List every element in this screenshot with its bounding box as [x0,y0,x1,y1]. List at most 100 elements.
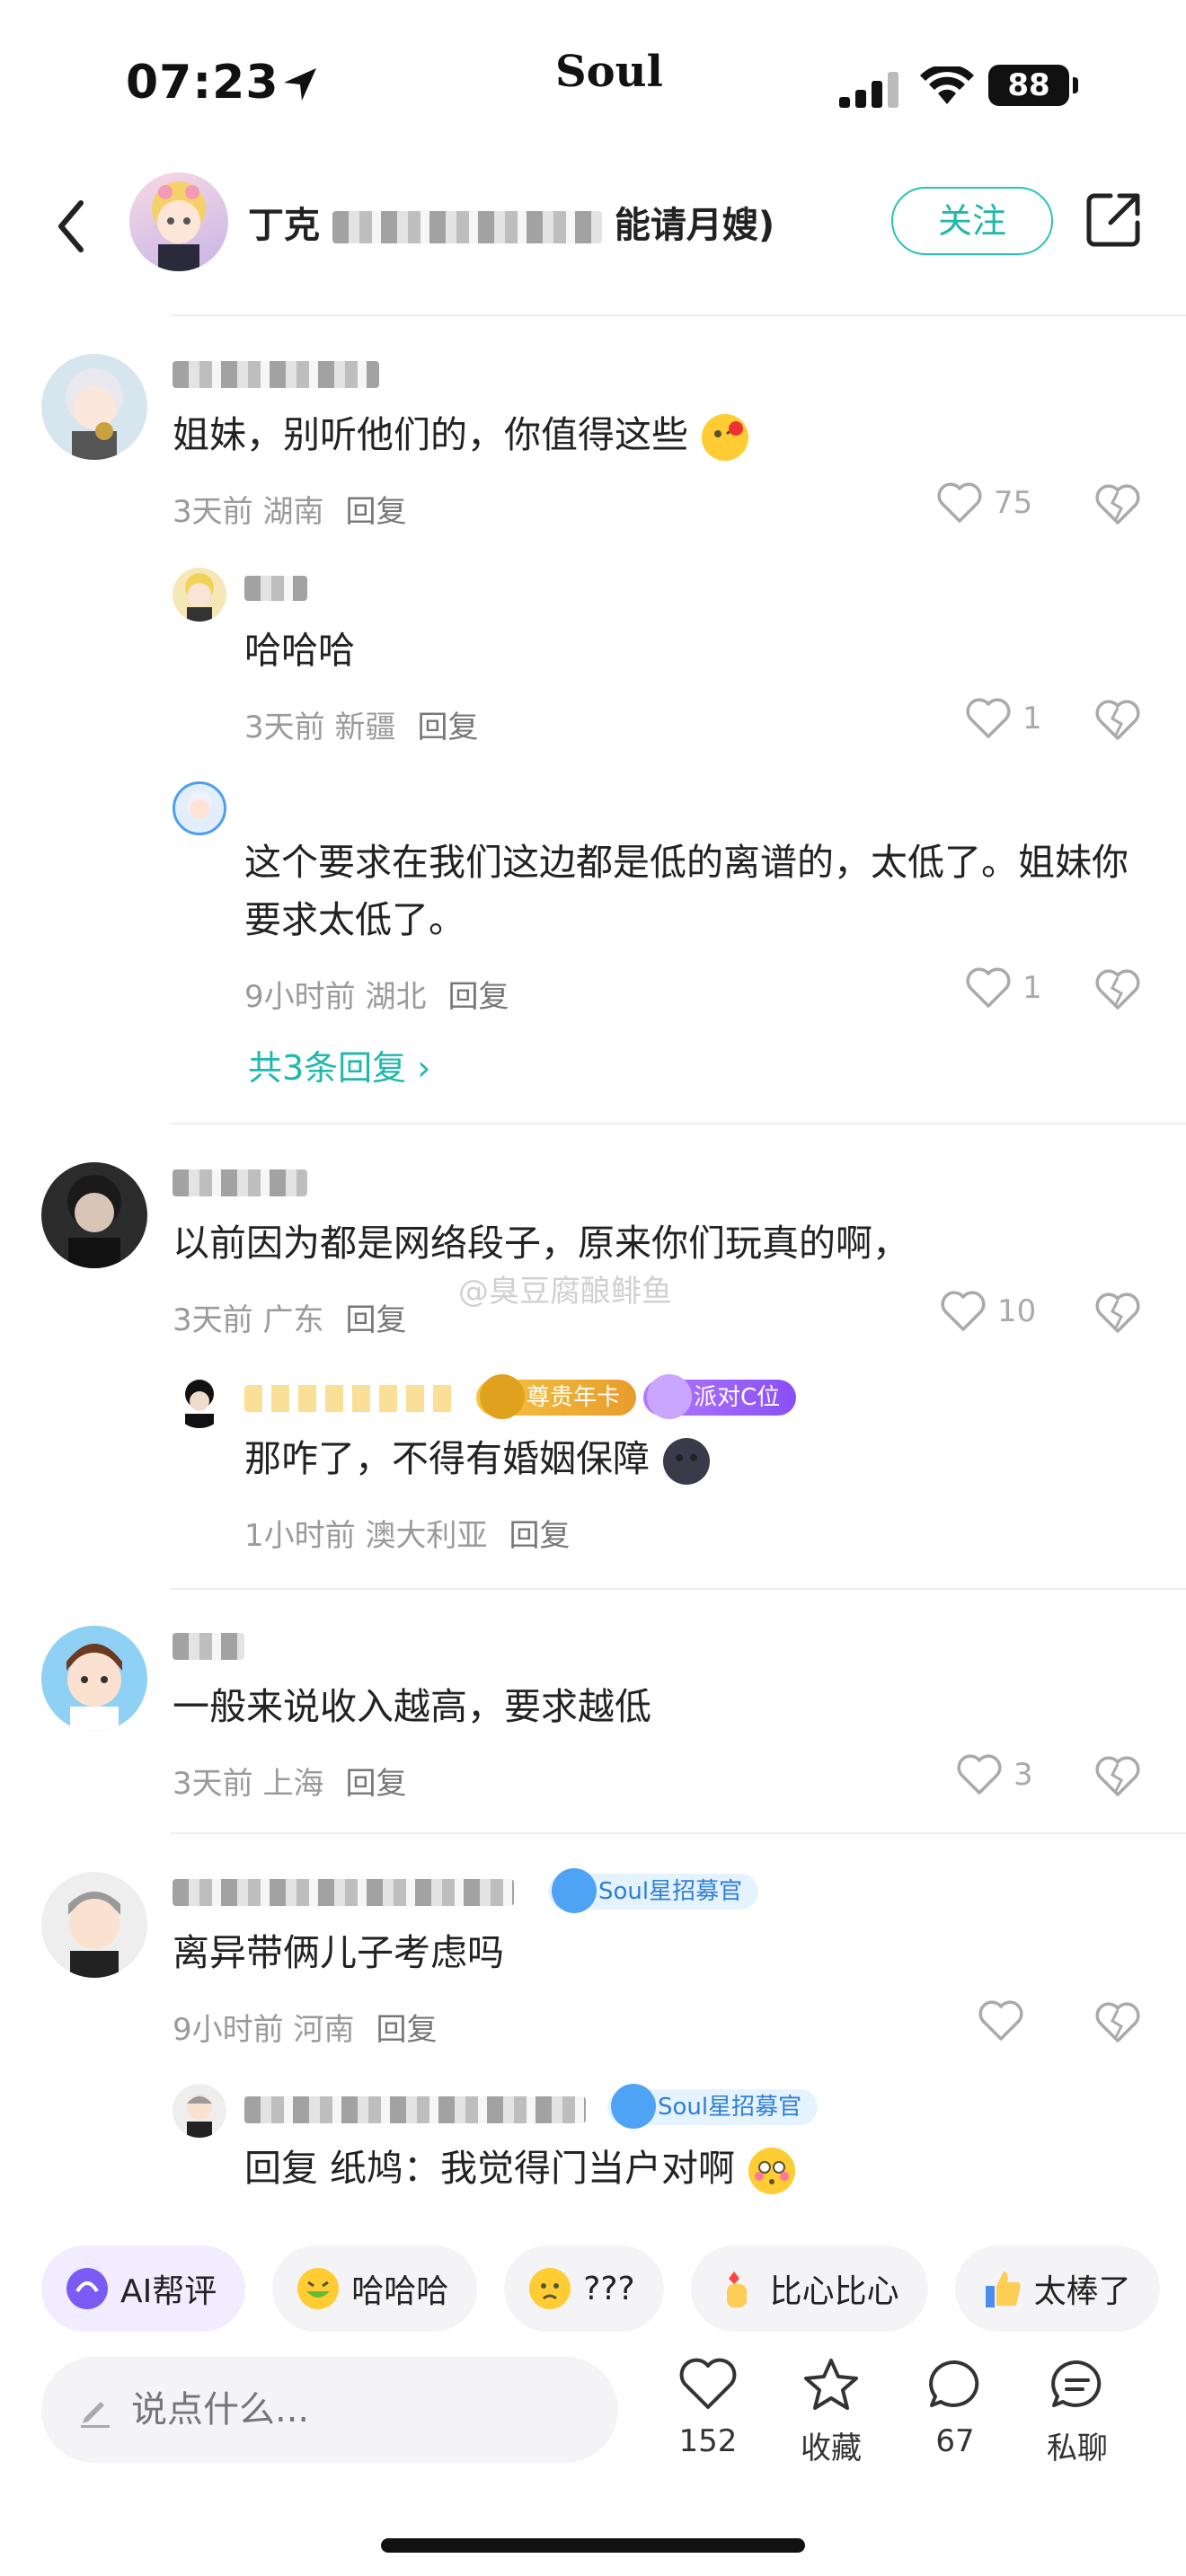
comment-meta: 3天前 湖南 回复 [173,494,407,530]
comment-meta: 3天前 上海 回复 [173,1766,407,1802]
divider [171,1588,1186,1590]
like-count: 75 [994,485,1033,521]
chip-label: ??? [583,2270,635,2307]
follow-button[interactable]: 关注 [891,187,1053,255]
like-button[interactable]: 3 [956,1753,1033,1796]
reply-link[interactable]: 回复 [345,1302,406,1338]
app-logo: Soul [555,47,663,97]
post-header: 丁克 能请月嫂) 关注 [0,162,1186,296]
heart-outline-icon [978,2000,1023,2041]
comments-button[interactable]: 67 [906,2357,1005,2459]
comment-bubble-icon [929,2360,979,2407]
chip-question[interactable]: ??? [504,2245,664,2332]
like-post-button[interactable]: 152 [659,2357,757,2459]
heart-outline-icon [679,2358,737,2409]
like-count: 3 [1013,1757,1033,1793]
comment-text: 离异带俩儿子考虑吗 [173,1931,504,1974]
divider [171,314,1186,316]
crown-icon [480,1374,525,1419]
status-time: 07:23 [126,56,279,110]
recruiter-badge: Soul星招募官 [548,1868,759,1913]
like-button[interactable]: 1 [965,697,1042,740]
replier-avatar[interactable] [173,568,226,622]
battery-indicator: 88 [988,65,1069,106]
comment-input-box[interactable] [41,2357,618,2463]
like-button[interactable] [978,1999,1024,2042]
replier-avatar[interactable] [173,2084,226,2138]
chip-finger-heart[interactable]: 比心比心 [690,2245,928,2332]
commenter-avatar[interactable] [41,354,147,460]
like-button[interactable]: 1 [965,966,1042,1010]
reply-link[interactable]: 回复 [376,2012,437,2048]
star-recruiter-icon [552,1868,597,1913]
replier-name [244,571,307,603]
home-indicator [381,2538,805,2553]
ai-icon [66,2268,108,2309]
vip-badge: 尊贵年卡 [476,1374,637,1419]
star-outline-icon [804,2359,858,2410]
reply-meta: 9小时前 湖北 回复 [244,979,509,1015]
reply-meta: 3天前 新疆 回复 [244,710,479,745]
heart-outline-icon [966,967,1011,1008]
broken-heart-icon[interactable] [1094,1292,1141,1335]
reply-link[interactable]: 回复 [345,494,406,530]
comment-meta: 9小时前 河南 回复 [173,2012,438,2048]
commenter-name [173,1875,514,1907]
quick-reaction-bar: AI帮评 哈哈哈 ??? 比心比心 太棒了 [41,2245,1160,2332]
star-recruiter-icon [611,2084,656,2129]
chip-label: AI帮评 [120,2273,217,2310]
favorite-button[interactable]: 收藏 [782,2357,881,2467]
author-name-tail: 能请月嫂) [614,205,775,246]
heart-outline-icon [937,482,982,523]
heart-outline-icon [941,1291,986,1331]
confused-emoji-icon [529,2268,571,2309]
chip-label: 哈哈哈 [351,2273,449,2310]
thumbs-up-icon [985,2272,1021,2307]
kiss-emoji-icon [702,414,749,461]
reply-link[interactable]: 回复 [509,1518,570,1554]
chip-ai-review[interactable]: AI帮评 [41,2245,246,2332]
location-arrow-icon [284,68,316,101]
heart-outline-icon [957,1754,1002,1795]
reply-text: 那咋了，不得有婚姻保障 [244,1430,712,1487]
author-name: 丁克 能请月嫂) [248,196,774,248]
share-external-icon[interactable] [1085,190,1143,248]
like-button[interactable]: 75 [936,481,1032,525]
replier-name [244,2093,586,2124]
divider [171,1123,1186,1125]
reply-link[interactable]: 回复 [417,710,478,745]
like-count: 1 [1022,970,1042,1006]
redacted-name [332,211,602,243]
commenter-avatar[interactable] [41,1162,147,1268]
comment-input[interactable] [131,2384,580,2436]
broken-heart-icon[interactable] [1094,1755,1141,1798]
reply-link[interactable]: 回复 [447,979,509,1015]
reply-link[interactable]: 回复 [345,1766,406,1802]
chip-label: 太棒了 [1033,2273,1131,2310]
broken-heart-icon[interactable] [1094,968,1141,1011]
chat-bubble-icon [1051,2360,1102,2407]
private-chat-button[interactable]: 私聊 [1028,2357,1127,2467]
chip-label: 比心比心 [769,2273,899,2310]
reply-text: 回复 纸鸠：我觉得门当户对啊 [244,2139,797,2197]
broken-heart-icon[interactable] [1094,699,1141,742]
back-chevron-icon[interactable] [45,190,99,262]
chip-haha[interactable]: 哈哈哈 [272,2245,478,2332]
broken-heart-icon[interactable] [1094,483,1141,526]
replier-avatar[interactable] [173,1374,226,1428]
author-avatar[interactable] [129,172,228,271]
comment-text: 姐妹，别听他们的，你值得这些 [173,406,750,463]
more-replies-link[interactable]: 共3条回复 › [248,1040,430,1090]
new-moon-face-icon [663,1438,711,1485]
author-name-text: 丁克 [248,205,320,246]
like-button[interactable]: 10 [940,1290,1036,1333]
replier-name [244,1381,460,1413]
commenter-avatar[interactable] [41,1872,147,1978]
party-badge: 派对C位 [643,1374,797,1419]
commenter-avatar[interactable] [41,1626,147,1732]
broken-heart-icon[interactable] [1094,2001,1141,2044]
pencil-icon [81,2402,110,2428]
replier-avatar[interactable] [173,781,226,835]
chip-great[interactable]: 太棒了 [954,2245,1160,2332]
cellular-signal-icon [839,72,898,108]
